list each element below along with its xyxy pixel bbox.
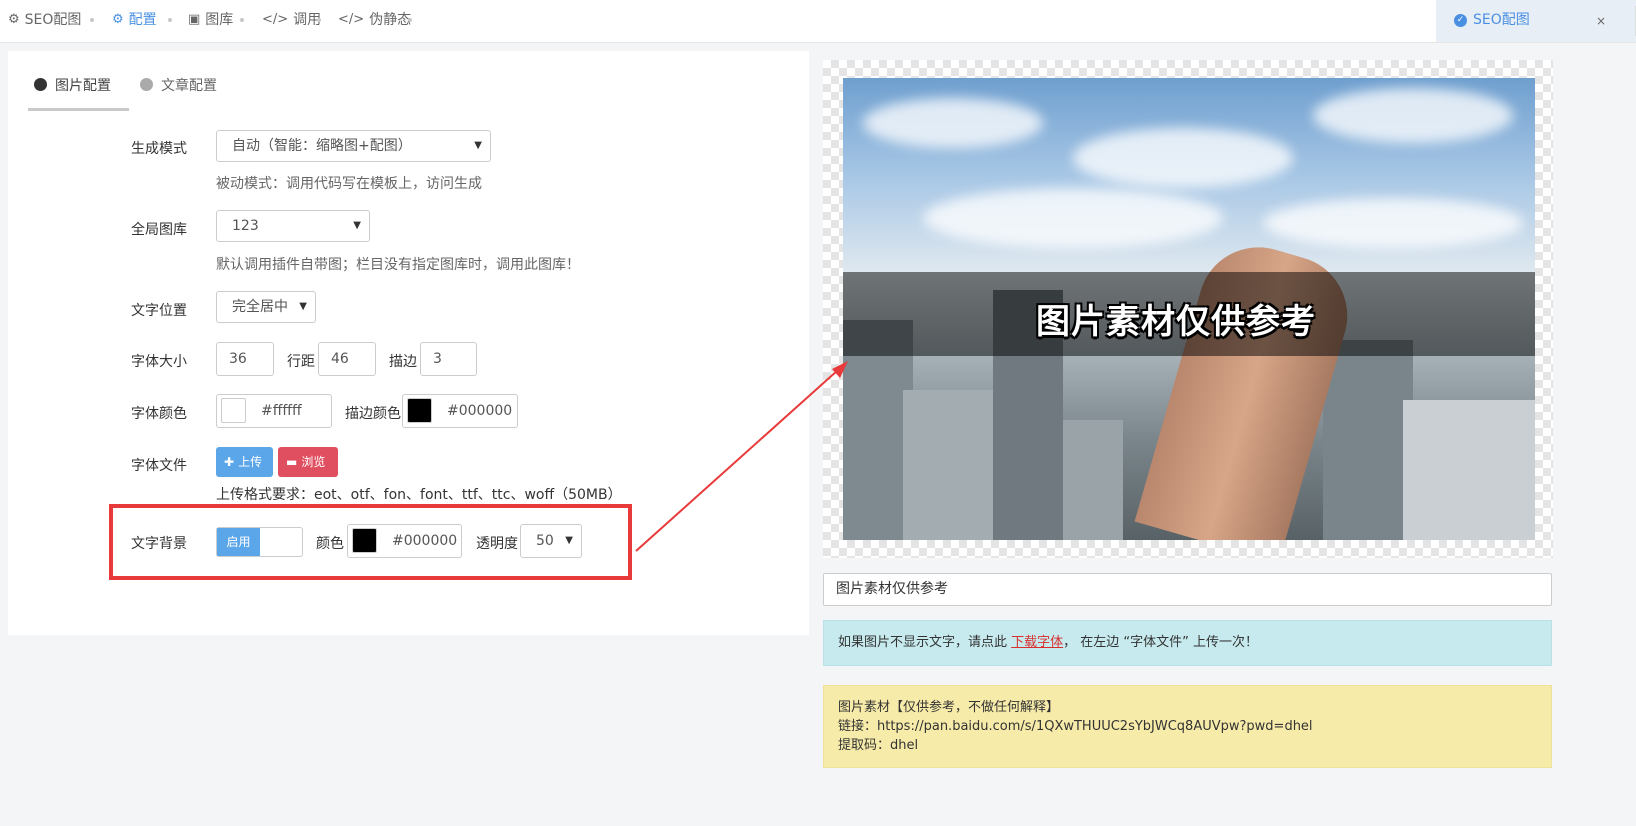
upload-button-label: 上传 bbox=[238, 455, 263, 469]
tab-image-config[interactable]: 图片配置 bbox=[34, 75, 111, 131]
mode-label: 生成模式 bbox=[131, 141, 187, 157]
gears-icon: ⚙ bbox=[112, 12, 124, 27]
mode-help: 被动模式：调用代码写在模板上，访问生成 bbox=[216, 176, 482, 192]
chevron-down-icon: ▼ bbox=[353, 220, 361, 231]
active-tab-indicator bbox=[28, 108, 129, 111]
check-circle-icon: ✓ bbox=[1454, 13, 1467, 27]
nav-separator bbox=[317, 18, 321, 22]
font-color-picker[interactable]: #ffffff bbox=[216, 394, 332, 428]
image-icon: ▣ bbox=[188, 12, 201, 27]
plus-icon: ✚ bbox=[224, 455, 235, 469]
mode-select-value: 自动（智能：缩略图+配图） bbox=[232, 138, 412, 154]
overlay-text: 图片素材仅供参考 bbox=[1036, 302, 1316, 342]
top-nav-bar: ⚙ SEO配图 ⚙ 配置 ▣ 图库 </> 调用 </> 伪静态 ✓ SEO配图… bbox=[0, 0, 1636, 43]
cloud bbox=[923, 188, 1223, 248]
nav-separator bbox=[90, 18, 94, 22]
gallery-label: 全局图库 bbox=[131, 222, 187, 238]
cloud bbox=[1263, 198, 1523, 248]
gear-icon: ⚙ bbox=[8, 12, 20, 27]
notice-line-1: 图片素材【仅供参考，不做任何解释】 bbox=[838, 700, 1060, 715]
font-color-value: #ffffff bbox=[261, 403, 302, 419]
nav-separator bbox=[408, 18, 412, 22]
line-height-label: 行距 bbox=[287, 354, 315, 370]
code-icon: </> bbox=[338, 12, 365, 27]
nav-rewrite-label: 伪静态 bbox=[369, 12, 412, 28]
cloud bbox=[1313, 88, 1513, 143]
gallery-select-value: 123 bbox=[232, 218, 259, 234]
building bbox=[1323, 340, 1413, 540]
nav-seo[interactable]: ⚙ SEO配图 bbox=[8, 0, 81, 40]
browse-font-button[interactable]: ▬ 浏览 bbox=[278, 447, 338, 477]
font-color-label: 字体颜色 bbox=[131, 406, 187, 422]
font-file-label: 字体文件 bbox=[131, 458, 187, 474]
gallery-help: 默认调用插件自带图；栏目没有指定图库时，调用此图库！ bbox=[216, 257, 580, 273]
gallery-select[interactable]: 123 ▼ bbox=[216, 210, 370, 242]
line-height-input[interactable]: 46 bbox=[318, 342, 376, 376]
open-tab-label: SEO配图 bbox=[1473, 12, 1530, 28]
text-position-value: 完全居中 bbox=[232, 299, 288, 315]
tab-article-config[interactable]: 文章配置 bbox=[140, 75, 217, 131]
font-info-alert: 如果图片不显示文字，请点此 下载字体， 在左边 “字体文件” 上传一次！ bbox=[823, 620, 1552, 666]
mode-select[interactable]: 自动（智能：缩略图+配图） ▼ bbox=[216, 130, 491, 162]
text-position-label: 文字位置 bbox=[131, 303, 187, 319]
chevron-down-icon: ▼ bbox=[299, 301, 307, 312]
nav-call[interactable]: </> 调用 bbox=[262, 0, 321, 40]
font-file-help: 上传格式要求：eot、otf、fon、font、ttf、ttc、woff（50M… bbox=[216, 487, 622, 503]
stroke-input[interactable]: 3 bbox=[420, 342, 477, 376]
compass-icon bbox=[140, 78, 153, 91]
chevron-down-icon: ▼ bbox=[474, 140, 482, 151]
open-tab-seo[interactable]: ✓ SEO配图 × bbox=[1436, 0, 1636, 42]
font-size-label: 字体大小 bbox=[131, 354, 187, 370]
notice-code-line: 提取码：dhel bbox=[838, 738, 919, 753]
tab-article-config-label: 文章配置 bbox=[161, 78, 217, 94]
building bbox=[903, 390, 993, 540]
code-icon: </> bbox=[262, 12, 289, 27]
upload-font-button[interactable]: ✚ 上传 bbox=[216, 447, 273, 477]
download-font-link[interactable]: 下载字体 bbox=[1011, 635, 1063, 650]
building bbox=[1063, 420, 1123, 540]
info-text-after: ， 在左边 “字体文件” 上传一次！ bbox=[1063, 635, 1259, 650]
nav-gallery[interactable]: ▣ 图库 bbox=[188, 0, 233, 40]
notice-link-line[interactable]: 链接：https://pan.baidu.com/s/1QXwTHUUC2sYb… bbox=[838, 717, 1537, 736]
overlay-text-input[interactable]: 图片素材仅供参考 bbox=[823, 573, 1552, 606]
building bbox=[1403, 400, 1535, 540]
compass-icon bbox=[34, 78, 47, 91]
stroke-color-value: #000000 bbox=[447, 403, 513, 419]
material-notice: 图片素材【仅供参考，不做任何解释】 链接：https://pan.baidu.c… bbox=[823, 685, 1552, 768]
nav-separator bbox=[168, 18, 172, 22]
nav-rewrite[interactable]: </> 伪静态 bbox=[338, 0, 411, 40]
stroke-color-swatch[interactable] bbox=[407, 398, 432, 423]
nav-separator bbox=[240, 18, 244, 22]
highlight-box bbox=[109, 504, 632, 580]
nav-config-label: 配置 bbox=[128, 12, 157, 28]
font-size-input[interactable]: 36 bbox=[216, 342, 274, 376]
stroke-color-label: 描边颜色 bbox=[345, 406, 401, 422]
close-tab-icon[interactable]: × bbox=[1596, 0, 1606, 42]
cloud bbox=[863, 98, 1043, 148]
text-position-select[interactable]: 完全居中 ▼ bbox=[216, 291, 316, 323]
browse-button-label: 浏览 bbox=[301, 455, 326, 469]
stroke-color-picker[interactable]: #000000 bbox=[402, 394, 518, 428]
nav-gallery-label: 图库 bbox=[205, 12, 234, 28]
nav-config[interactable]: ⚙ 配置 bbox=[112, 0, 157, 40]
info-text-before: 如果图片不显示文字，请点此 bbox=[838, 635, 1012, 650]
nav-seo-label: SEO配图 bbox=[24, 12, 82, 28]
folder-icon: ▬ bbox=[286, 455, 298, 469]
font-color-swatch[interactable] bbox=[221, 398, 246, 423]
cloud bbox=[1073, 128, 1293, 188]
stroke-label: 描边 bbox=[389, 354, 417, 370]
tab-image-config-label: 图片配置 bbox=[55, 78, 111, 94]
